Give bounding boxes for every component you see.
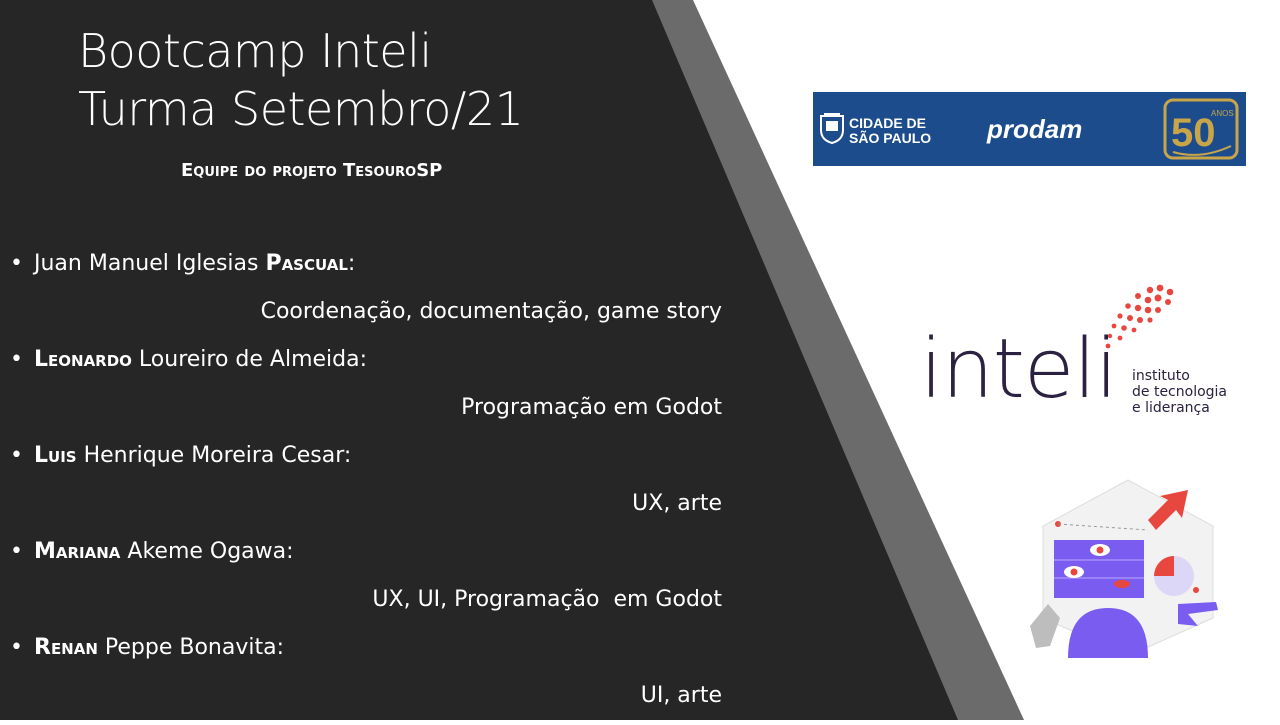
team-member: • Luis Henrique Moreira Cesar: UX, arte xyxy=(10,437,722,533)
member-first-name: Mariana xyxy=(34,539,121,564)
member-first-name: Luis xyxy=(34,443,77,468)
member-first-name: Leonardo xyxy=(34,347,132,372)
team-member: • Juan Manuel Iglesias Pascual: Coordenaç… xyxy=(10,245,722,341)
fifty-years-seal-icon: 50 ANOS xyxy=(1163,98,1239,160)
member-name: Juan Manuel Iglesias xyxy=(34,251,266,276)
member-role: UX, arte xyxy=(632,491,722,516)
slide-title: Bootcamp Inteli Turma Setembro/21 xyxy=(78,22,524,138)
title-line-1: Bootcamp Inteli xyxy=(78,24,432,78)
member-first-name: Renan xyxy=(34,635,98,660)
svg-text:ANOS: ANOS xyxy=(1211,109,1234,118)
member-role: Coordenação, documentação, game story xyxy=(260,299,722,324)
eye-icon xyxy=(1064,566,1084,578)
bullet-icon: • xyxy=(10,251,23,276)
lips-icon xyxy=(1114,580,1130,588)
bullet-icon: • xyxy=(10,539,23,564)
bullet-icon: • xyxy=(10,347,23,372)
bullet-icon: • xyxy=(10,443,23,468)
member-name: Henrique Moreira Cesar: xyxy=(76,443,352,468)
title-line-2: Turma Setembro/21 xyxy=(78,82,524,136)
inteli-tagline: instituto de tecnologia e liderança xyxy=(1132,368,1227,416)
inteli-wordmark: inteli xyxy=(920,322,1118,417)
member-name: Peppe Bonavita: xyxy=(97,635,285,660)
inteli-illustration xyxy=(1030,479,1218,658)
pie-chart-icon xyxy=(1154,556,1194,596)
member-role: Programação em Godot xyxy=(461,395,722,420)
slide-subtitle: Equipe do projeto TesouroSP xyxy=(181,160,443,181)
member-role: UX, UI, Programação em Godot xyxy=(372,587,722,612)
team-member: • Mariana Akeme Ogawa: UX, UI, Programaçã… xyxy=(10,533,722,629)
member-role: UI, arte xyxy=(640,683,722,708)
sao-paulo-coat-of-arms-icon xyxy=(820,113,844,144)
team-member: • Leonardo Loureiro de Almeida: Programaç… xyxy=(10,341,722,437)
member-surname: Pascual xyxy=(265,251,348,276)
bullet-icon: • xyxy=(10,635,23,660)
prodam-logo-banner: CIDADE DE SÃO PAULO prodam 50 ANOS xyxy=(813,92,1246,166)
prodam-wordmark: prodam xyxy=(987,114,1083,144)
team-member-list: • Juan Manuel Iglesias Pascual: Coordenaç… xyxy=(10,245,722,725)
member-name: Loureiro de Almeida: xyxy=(131,347,368,372)
eye-icon xyxy=(1090,544,1110,556)
cidade-sao-paulo-label: CIDADE DE SÃO PAULO xyxy=(849,115,932,146)
svg-text:50: 50 xyxy=(1171,111,1216,155)
inteli-logo: inteli instituto de tecnologia e lideran… xyxy=(920,282,1260,422)
member-name-suffix: : xyxy=(347,251,356,276)
member-name: Akeme Ogawa: xyxy=(120,539,294,564)
team-member: • Renan Peppe Bonavita: UI, arte xyxy=(10,629,722,725)
